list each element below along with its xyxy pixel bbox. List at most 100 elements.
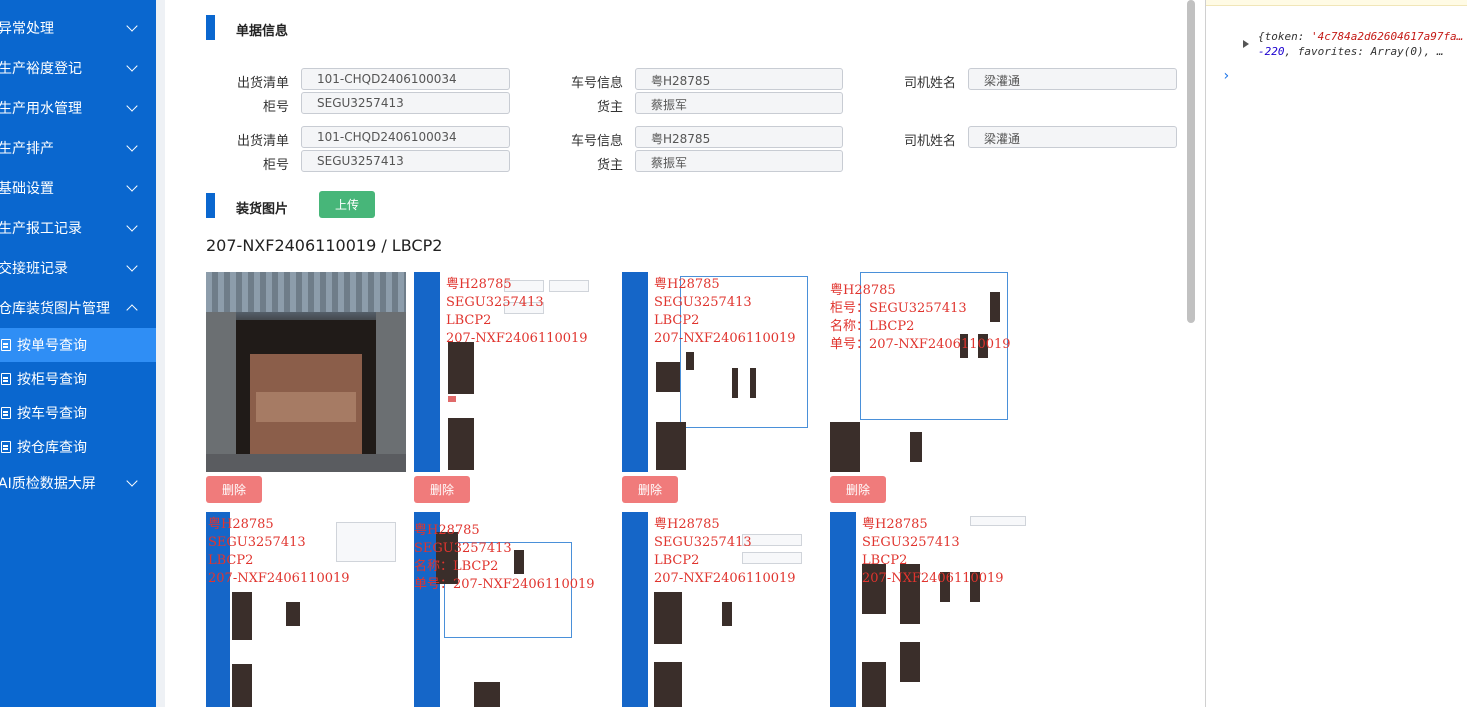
- overlay-order: 207-NXF2406110019: [654, 571, 796, 586]
- chevron-down-icon: [126, 179, 138, 192]
- menu-label: 生产报工记录: [0, 221, 82, 237]
- cabinet-field[interactable]: SEGU3257413: [301, 92, 510, 114]
- content-gutter: [156, 0, 165, 707]
- overlay-product: LBCP2: [862, 553, 908, 568]
- menu-label: 生产用水管理: [0, 101, 82, 117]
- console-warning-strip: [1206, 0, 1467, 6]
- sub-item-label: 按柜号查询: [17, 372, 87, 388]
- vehicle-label: 车号信息: [570, 134, 623, 149]
- chevron-down-icon: [126, 139, 138, 152]
- overlay-order: 单号：207-NXF2406110019: [414, 577, 595, 592]
- sub-item-label: 按仓库查询: [17, 440, 87, 456]
- overlay-vehicle: 粤H28785: [414, 523, 480, 538]
- sub-item-by-order[interactable]: 按单号查询: [0, 328, 156, 362]
- owner-field[interactable]: 蔡振军: [635, 150, 843, 172]
- overlay-cabinet: SEGU3257413: [446, 295, 544, 310]
- loading-photo[interactable]: 粤H28785 SEGU3257413 LBCP2 207-NXF2406110…: [622, 272, 822, 472]
- overlay-cabinet: 柜号：SEGU3257413: [830, 301, 967, 316]
- overlay-vehicle: 粤H28785: [654, 517, 720, 532]
- document-icon: [1, 373, 11, 385]
- menu-shift-handover[interactable]: 交接班记录: [0, 248, 156, 288]
- overlay-product: LBCP2: [446, 313, 492, 328]
- menu-label: 基础设置: [0, 181, 54, 197]
- overlay-vehicle: 粤H28785: [830, 283, 896, 298]
- overlay-vehicle: 粤H28785: [446, 277, 512, 292]
- loading-photo[interactable]: 粤H28785 SEGU3257413 LBCP2 207-NXF2406110…: [206, 512, 406, 707]
- overlay-product: LBCP2: [654, 553, 700, 568]
- delete-button[interactable]: 删除: [622, 476, 678, 503]
- cabinet-label: 柜号: [262, 158, 289, 173]
- menu-ai-dashboard[interactable]: AI质检数据大屏: [0, 463, 156, 503]
- shipment-field[interactable]: 101-CHQD2406100034: [301, 126, 510, 148]
- loading-photo[interactable]: 粤H28785 SEGU3257413 LBCP2 207-NXF2406110…: [414, 272, 614, 472]
- chevron-down-icon: [126, 59, 138, 72]
- section-marker: [206, 15, 215, 40]
- menu-label: 生产裕度登记: [0, 61, 82, 77]
- console-object-line[interactable]: {token: '4c784a2d62604617a97fa…: [1258, 30, 1463, 43]
- chevron-down-icon: [126, 99, 138, 112]
- scrollbar-thumb[interactable]: [1187, 0, 1195, 323]
- overlay-product: LBCP2: [208, 553, 254, 568]
- console-prompt-icon[interactable]: ›: [1222, 68, 1230, 84]
- driver-field[interactable]: 梁灌通: [968, 126, 1177, 148]
- overlay-product: 名称：LBCP2: [414, 559, 499, 574]
- console-object-line-2: -220, favorites: Array(0), …: [1258, 45, 1444, 58]
- menu-label: AI质检数据大屏: [0, 476, 96, 492]
- menu-water[interactable]: 生产用水管理: [0, 88, 156, 128]
- chevron-down-icon: [126, 19, 138, 32]
- menu-label: 生产排产: [0, 141, 54, 157]
- sub-item-by-vehicle[interactable]: 按车号查询: [0, 396, 156, 430]
- document-icon: [1, 441, 11, 453]
- overlay-order: 207-NXF2406110019: [208, 571, 350, 586]
- cabinet-label: 柜号: [262, 100, 289, 115]
- loading-photo[interactable]: 粤H28785 SEGU3257413 名称：LBCP2 单号：207-NXF2…: [414, 512, 614, 707]
- cabinet-field[interactable]: SEGU3257413: [301, 150, 510, 172]
- menu-warehouse-photos[interactable]: 仓库装货图片管理: [0, 288, 156, 328]
- vehicle-label: 车号信息: [570, 76, 623, 91]
- loading-photo[interactable]: 粤H28785 SEGU3257413 LBCP2 207-NXF2406110…: [830, 512, 1030, 707]
- section-marker: [206, 193, 215, 218]
- loading-photo[interactable]: 粤H28785 柜号：SEGU3257413 名称：LBCP2 单号：207-N…: [830, 272, 1030, 472]
- menu-margin-register[interactable]: 生产裕度登记: [0, 48, 156, 88]
- shipment-label: 出货清单: [236, 76, 289, 91]
- photos-section-title: 装货图片: [236, 202, 289, 217]
- overlay-cabinet: SEGU3257413: [862, 535, 960, 550]
- expand-triangle-icon[interactable]: [1243, 40, 1249, 48]
- delete-button[interactable]: 删除: [414, 476, 470, 503]
- menu-label: 异常处理: [0, 21, 54, 37]
- menu-exception[interactable]: 异常处理: [0, 8, 156, 48]
- overlay-order: 207-NXF2406110019: [654, 331, 796, 346]
- overlay-vehicle: 粤H28785: [862, 517, 928, 532]
- vehicle-field[interactable]: 粤H28785: [635, 126, 843, 148]
- overlay-order: 207-NXF2406110019: [446, 331, 588, 346]
- document-icon: [1, 407, 11, 419]
- overlay-cabinet: SEGU3257413: [654, 295, 752, 310]
- overlay-cabinet: SEGU3257413: [654, 535, 752, 550]
- bill-section-title: 单据信息: [236, 24, 289, 39]
- overlay-vehicle: 粤H28785: [654, 277, 720, 292]
- main-content: 单据信息 出货清单 101-CHQD2406100034 车号信息 粤H2878…: [165, 0, 1185, 707]
- delete-button[interactable]: 删除: [206, 476, 262, 503]
- upload-button[interactable]: 上传: [319, 191, 375, 218]
- shipment-field[interactable]: 101-CHQD2406100034: [301, 68, 510, 90]
- menu-scheduling[interactable]: 生产排产: [0, 128, 156, 168]
- overlay-order: 单号：207-NXF2406110019: [830, 337, 1011, 352]
- overlay-vehicle: 粤H28785: [208, 517, 274, 532]
- document-icon: [1, 339, 11, 351]
- menu-label: 交接班记录: [0, 261, 68, 277]
- owner-field[interactable]: 蔡振军: [635, 92, 843, 114]
- shipment-label: 出货清单: [236, 134, 289, 149]
- sidebar: 异常处理 生产裕度登记 生产用水管理 生产排产 基础设置 生产报工记录 交接班记…: [0, 0, 156, 707]
- loading-photo[interactable]: 粤H28785 SEGU3257413 LBCP2 207-NXF2406110…: [622, 512, 822, 707]
- menu-work-report[interactable]: 生产报工记录: [0, 208, 156, 248]
- sub-item-by-warehouse[interactable]: 按仓库查询: [0, 430, 156, 464]
- loading-photo[interactable]: [206, 272, 406, 472]
- overlay-order: 207-NXF2406110019: [862, 571, 1004, 586]
- chevron-down-icon: [126, 259, 138, 272]
- delete-button[interactable]: 删除: [830, 476, 886, 503]
- sub-item-by-cabinet[interactable]: 按柜号查询: [0, 362, 156, 396]
- vehicle-field[interactable]: 粤H28785: [635, 68, 843, 90]
- driver-field[interactable]: 梁灌通: [968, 68, 1177, 90]
- menu-basic-settings[interactable]: 基础设置: [0, 168, 156, 208]
- overlay-cabinet: SEGU3257413: [414, 541, 512, 556]
